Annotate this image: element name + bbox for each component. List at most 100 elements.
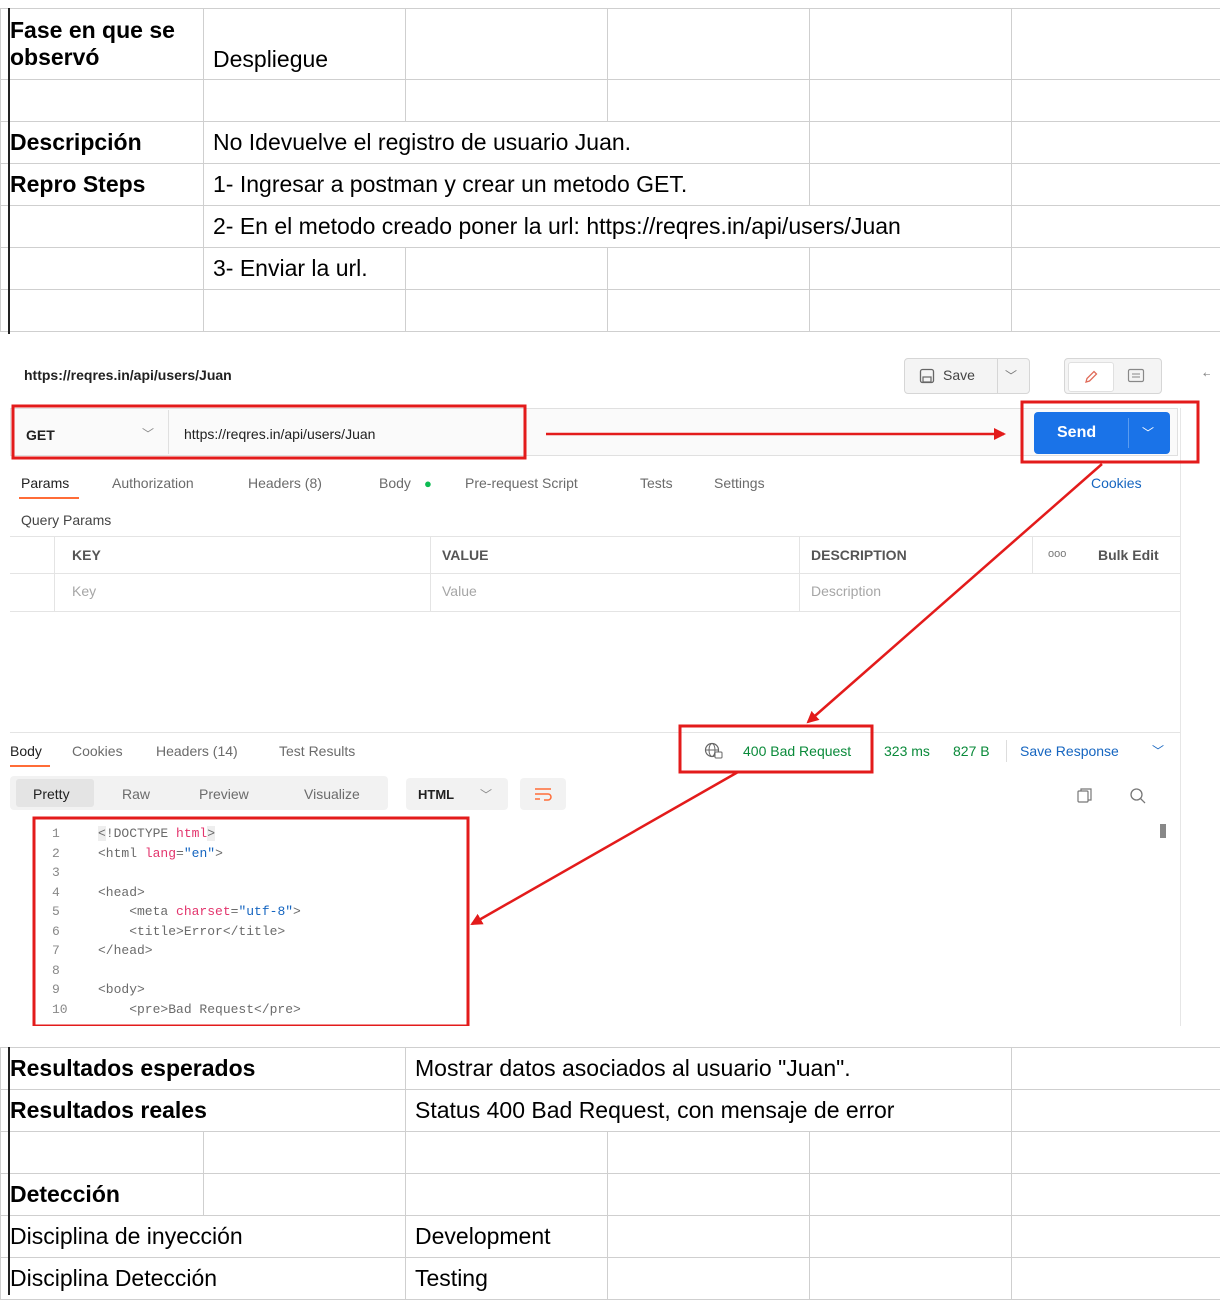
- cell-label[interactable]: Disciplina Detección: [1, 1258, 406, 1300]
- cell[interactable]: [608, 9, 810, 80]
- repro-step-3: 3- Enviar la url.: [213, 255, 368, 281]
- cell[interactable]: [810, 164, 1012, 206]
- cell[interactable]: [608, 1132, 810, 1174]
- cell[interactable]: [810, 1258, 1012, 1300]
- annotation-box-send: [1022, 402, 1198, 462]
- repro-step-1: 1- Ingresar a postman y crear un metodo …: [213, 171, 687, 197]
- cell[interactable]: [1, 80, 204, 122]
- cell[interactable]: [406, 290, 608, 332]
- sheet-row: Descripción No Idevuelve el registro de …: [1, 122, 1220, 164]
- cell[interactable]: [608, 1174, 810, 1216]
- cell[interactable]: [608, 1216, 810, 1258]
- annotation-arrow-to-code: [472, 772, 738, 924]
- annotation-layer: [10, 350, 1210, 1026]
- cell-value[interactable]: Development: [406, 1216, 608, 1258]
- cell[interactable]: [204, 80, 406, 122]
- fase-label-line2: observó: [10, 44, 99, 70]
- cell[interactable]: [810, 1216, 1012, 1258]
- cell[interactable]: [204, 290, 406, 332]
- cell-label[interactable]: Disciplina de inyección: [1, 1216, 406, 1258]
- cell[interactable]: [1012, 9, 1220, 80]
- sheet-row: Fase en que se observó Despliegue: [1, 9, 1220, 80]
- cell[interactable]: [1012, 206, 1220, 248]
- sheet-bottom: Resultados esperados Mostrar datos asoci…: [0, 1047, 1220, 1300]
- sheet-row: Disciplina de inyección Development: [1, 1216, 1220, 1258]
- sheet-row: 2- En el metodo creado poner la url: htt…: [1, 206, 1220, 248]
- sheet-row: Detección: [1, 1174, 1220, 1216]
- fase-label-line1: Fase en que se: [10, 17, 175, 43]
- sheet-row: Repro Steps 1- Ingresar a postman y crea…: [1, 164, 1220, 206]
- annotation-box-code: [34, 818, 468, 1026]
- cell[interactable]: [608, 248, 810, 290]
- cell-label[interactable]: Resultados reales: [1, 1090, 406, 1132]
- cell[interactable]: [406, 80, 608, 122]
- annotation-box-request: [13, 406, 525, 458]
- cell[interactable]: [1, 290, 204, 332]
- descripcion-value: No Idevuelve el registro de usuario Juan…: [213, 129, 631, 155]
- cell[interactable]: [810, 1132, 1012, 1174]
- cell[interactable]: [810, 248, 1012, 290]
- resultados-esperados-label: Resultados esperados: [10, 1055, 255, 1081]
- sheet-row: [1, 290, 1220, 332]
- cell[interactable]: [1012, 1174, 1220, 1216]
- cell-value[interactable]: No Idevuelve el registro de usuario Juan…: [204, 122, 810, 164]
- cell[interactable]: [810, 290, 1012, 332]
- disciplina-deteccion-value: Testing: [415, 1265, 488, 1291]
- resultados-reales-label: Resultados reales: [10, 1097, 207, 1123]
- cell[interactable]: [1012, 164, 1220, 206]
- cell[interactable]: [204, 1174, 406, 1216]
- cell[interactable]: [204, 1132, 406, 1174]
- deteccion-label: Detección: [10, 1181, 120, 1207]
- cell[interactable]: [1012, 1048, 1220, 1090]
- cell[interactable]: [810, 122, 1012, 164]
- cell-value[interactable]: 1- Ingresar a postman y crear un metodo …: [204, 164, 810, 206]
- sheet-left-border: [8, 8, 10, 334]
- cell[interactable]: [1, 248, 204, 290]
- cell[interactable]: [810, 80, 1012, 122]
- cell-value[interactable]: Testing: [406, 1258, 608, 1300]
- cell-label[interactable]: Repro Steps: [1, 164, 204, 206]
- sheet-top: Fase en que se observó Despliegue Descri…: [0, 8, 1220, 332]
- cell[interactable]: [810, 9, 1012, 80]
- cell[interactable]: [1, 206, 204, 248]
- disciplina-inyeccion-value: Development: [415, 1223, 551, 1249]
- cell-value[interactable]: 2- En el metodo creado poner la url: htt…: [204, 206, 1012, 248]
- cell[interactable]: [1012, 248, 1220, 290]
- sheet-left-border: [8, 1047, 10, 1295]
- cell[interactable]: [406, 248, 608, 290]
- cell[interactable]: [1012, 1258, 1220, 1300]
- cell[interactable]: [1012, 290, 1220, 332]
- fase-value: Despliegue: [213, 46, 328, 72]
- cell[interactable]: [1, 1132, 204, 1174]
- cell[interactable]: [406, 9, 608, 80]
- annotation-box-status: [680, 726, 872, 772]
- sheet-row: Resultados esperados Mostrar datos asoci…: [1, 1048, 1220, 1090]
- cell[interactable]: [406, 1174, 608, 1216]
- cell[interactable]: [1012, 122, 1220, 164]
- cell[interactable]: [608, 80, 810, 122]
- sheet-row: [1, 80, 1220, 122]
- disciplina-inyeccion-label: Disciplina de inyección: [10, 1223, 243, 1249]
- cell-label[interactable]: Resultados esperados: [1, 1048, 406, 1090]
- repro-step-2: 2- En el metodo creado poner la url: htt…: [213, 213, 901, 239]
- cell[interactable]: [608, 290, 810, 332]
- sheet-row: [1, 1132, 1220, 1174]
- repro-steps-label: Repro Steps: [10, 171, 145, 197]
- cell-value[interactable]: Despliegue: [204, 9, 406, 80]
- disciplina-deteccion-label: Disciplina Detección: [10, 1265, 217, 1291]
- sheet-row: 3- Enviar la url.: [1, 248, 1220, 290]
- cell[interactable]: [608, 1258, 810, 1300]
- cell-label[interactable]: Fase en que se observó: [1, 9, 204, 80]
- cell-label[interactable]: Detección: [1, 1174, 204, 1216]
- cell-label[interactable]: Descripción: [1, 122, 204, 164]
- cell[interactable]: [810, 1174, 1012, 1216]
- cell-value[interactable]: 3- Enviar la url.: [204, 248, 406, 290]
- sheet-row: Disciplina Detección Testing: [1, 1258, 1220, 1300]
- cell-value[interactable]: Mostrar datos asociados al usuario "Juan…: [406, 1048, 1012, 1090]
- cell[interactable]: [1012, 1132, 1220, 1174]
- cell-value[interactable]: Status 400 Bad Request, con mensaje de e…: [406, 1090, 1012, 1132]
- cell[interactable]: [1012, 80, 1220, 122]
- cell[interactable]: [406, 1132, 608, 1174]
- cell[interactable]: [1012, 1216, 1220, 1258]
- cell[interactable]: [1012, 1090, 1220, 1132]
